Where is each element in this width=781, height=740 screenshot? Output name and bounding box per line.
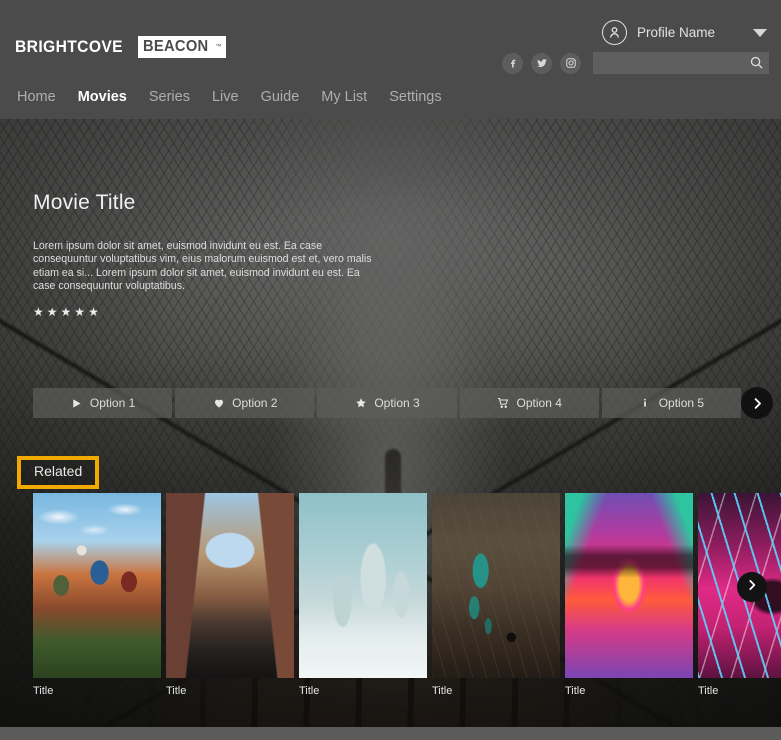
nav-item-live[interactable]: Live [212,87,239,107]
related-card-2[interactable]: Title [166,493,294,698]
logo-trademark-symbol: ™ [215,44,221,50]
related-card-4[interactable]: Title [432,493,560,698]
option-label-5: Option 5 [659,396,704,410]
related-heading-label: Related [34,463,82,479]
related-next-button[interactable] [737,572,767,602]
nav-item-guide[interactable]: Guide [261,87,300,107]
hero-section: Movie Title Lorem ipsum dolor sit amet, … [0,119,781,727]
option-button-5[interactable]: Option 5 [602,388,741,418]
user-avatar-icon [602,20,627,45]
logo-beacon-box: BEACON ™ [138,36,226,58]
social-and-search-row [502,52,769,74]
star-icon [354,397,367,409]
footer-strip [0,727,781,740]
profile-menu[interactable]: Profile Name [602,20,769,45]
option-button-2[interactable]: Option 2 [175,388,314,418]
nav-item-series[interactable]: Series [149,87,190,107]
option-label-1: Option 1 [90,396,135,410]
chevron-right-icon [750,396,765,411]
chevron-right-icon [745,578,759,597]
page-title: Movie Title [33,191,453,215]
option-label-2: Option 2 [232,396,277,410]
search-icon[interactable] [749,55,764,75]
related-title-6: Title [698,685,781,698]
site-header: BRIGHTCOVE BEACON ™ Home Movies Series L… [0,0,781,119]
search-box[interactable] [593,52,769,74]
hero-options-bar: Option 1 Option 2 Option 3 [33,388,741,418]
related-thumbnail-2[interactable] [166,493,294,678]
nav-item-my-list[interactable]: My List [321,87,367,107]
nav-item-settings[interactable]: Settings [389,87,441,107]
play-icon [70,398,83,409]
rating-stars: ★ ★ ★ ★ ★ [33,306,453,318]
info-icon [639,397,652,409]
related-title-1: Title [33,685,161,698]
logo-brightcove-text: BRIGHTCOVE [15,36,123,58]
related-thumbnail-1[interactable] [33,493,161,678]
related-thumbnail-3[interactable] [299,493,427,678]
heart-icon [212,397,225,409]
twitter-icon[interactable] [531,53,552,74]
brightcove-beacon-logo[interactable]: BRIGHTCOVE BEACON ™ [15,36,226,58]
cart-icon [497,397,510,409]
related-thumbnail-5[interactable] [565,493,693,678]
nav-item-movies[interactable]: Movies [78,87,127,107]
related-card-5[interactable]: Title [565,493,693,698]
star-filled-5: ★ [88,306,99,318]
related-card-1[interactable]: Title [33,493,161,698]
hero-description: Lorem ipsum dolor sit amet, euismod invi… [33,240,381,294]
hero-next-button[interactable] [741,387,773,419]
related-title-4: Title [432,685,560,698]
star-filled-3: ★ [61,306,72,318]
star-filled-4: ★ [74,306,85,318]
option-label-4: Option 4 [517,396,562,410]
option-button-4[interactable]: Option 4 [460,388,599,418]
profile-name-label: Profile Name [637,25,715,40]
related-heading-wrap: Related [17,456,99,489]
related-card-3[interactable]: Title [299,493,427,698]
related-highlight-box[interactable]: Related [17,456,99,489]
related-title-2: Title [166,685,294,698]
related-thumbnail-4[interactable] [432,493,560,678]
related-carousel: Title Title Title Title Title Title [33,493,781,698]
related-title-5: Title [565,685,693,698]
chevron-down-icon[interactable] [753,29,767,37]
main-navigation: Home Movies Series Live Guide My List Se… [17,87,442,107]
facebook-icon[interactable] [502,53,523,74]
option-button-3[interactable]: Option 3 [317,388,456,418]
option-button-1[interactable]: Option 1 [33,388,172,418]
nav-item-home[interactable]: Home [17,87,56,107]
app-root: BRIGHTCOVE BEACON ™ Home Movies Series L… [0,0,781,740]
related-title-3: Title [299,685,427,698]
instagram-icon[interactable] [560,53,581,74]
search-input[interactable] [593,52,743,74]
star-filled-1: ★ [33,306,44,318]
logo-beacon-text: BEACON [143,38,208,56]
option-label-3: Option 3 [374,396,419,410]
hero-content: Movie Title Lorem ipsum dolor sit amet, … [33,191,453,318]
star-filled-2: ★ [47,306,58,318]
